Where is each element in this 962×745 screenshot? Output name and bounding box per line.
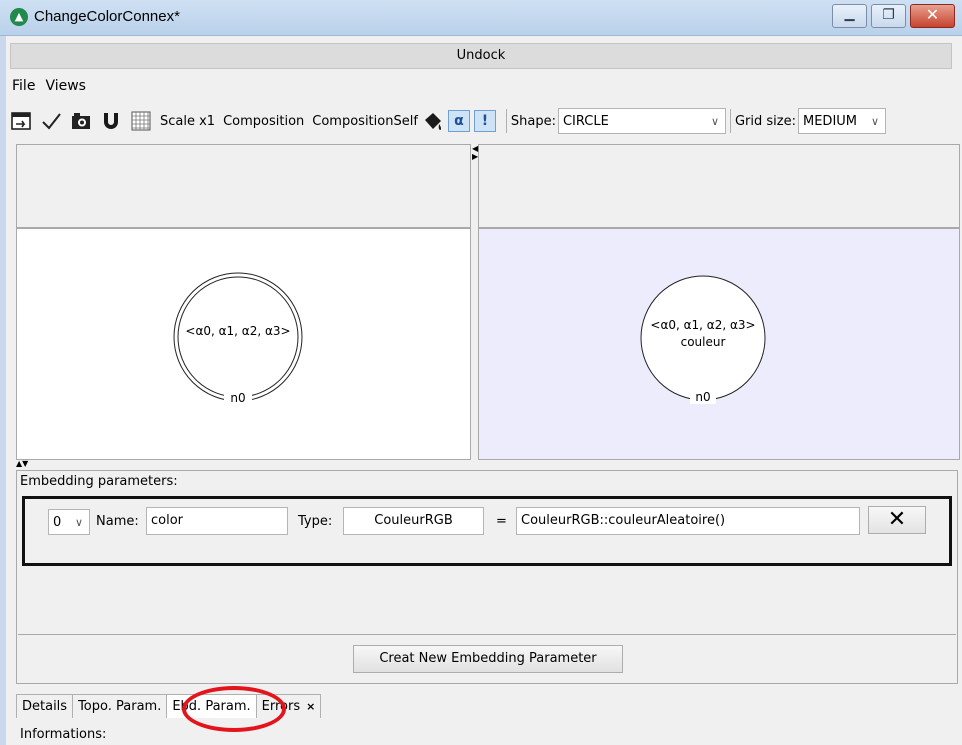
export-icon[interactable]	[10, 110, 32, 132]
grid-size-value: MEDIUM	[803, 113, 858, 129]
tab-label: Details	[22, 699, 68, 714]
splitter-arrows-icon[interactable]: ▲▼	[16, 459, 28, 468]
right-node-embedding: couleur	[681, 335, 726, 349]
chevron-down-icon: ∨	[74, 515, 84, 529]
check-icon[interactable]	[40, 110, 62, 132]
left-panel-header	[16, 144, 471, 228]
paint-bucket-icon[interactable]	[422, 110, 444, 132]
left-node[interactable]: <α0, α1, α2, α3> n0	[173, 272, 303, 405]
tab-label: Topo. Param.	[78, 699, 162, 714]
embedding-type-input[interactable]: CouleurRGB	[343, 507, 484, 535]
warning-toggle[interactable]: !	[473, 110, 496, 132]
right-node[interactable]: <α0, α1, α2, α3> couleur n0	[640, 275, 766, 404]
tab-details[interactable]: Details	[16, 694, 74, 718]
right-panel-header	[478, 144, 960, 228]
chevron-down-icon: ∨	[870, 114, 880, 128]
alpha-toggle[interactable]: α	[447, 110, 470, 132]
toolbar-separator	[505, 109, 507, 133]
toolbar-separator	[729, 109, 731, 133]
splitter-arrows-icon[interactable]: ◀ ▶	[472, 145, 478, 161]
chevron-down-icon: ∨	[710, 114, 720, 128]
shape-select[interactable]: CIRCLE ∨	[557, 108, 726, 134]
type-label: Type:	[298, 514, 333, 529]
window-frame-edge	[0, 36, 6, 745]
embedding-expression-input[interactable]: CouleurRGB::couleurAleatoire()	[516, 507, 860, 535]
magnet-icon[interactable]	[100, 110, 122, 132]
create-embedding-button[interactable]: Creat New Embedding Parameter	[353, 645, 623, 673]
menu-file[interactable]: File	[10, 76, 37, 98]
close-window-button[interactable]: ✕	[910, 4, 955, 28]
grid-size-select[interactable]: MEDIUM ∨	[798, 108, 886, 134]
delete-embedding-button[interactable]: ✕	[868, 506, 926, 534]
window-title: ChangeColorConnex*	[34, 8, 180, 25]
grid-icon[interactable]	[130, 110, 152, 132]
app-icon: ▲	[10, 8, 28, 26]
composition-self-button[interactable]: CompositionSelf	[312, 114, 418, 129]
left-node-name: n0	[230, 391, 245, 405]
right-node-name: n0	[695, 390, 710, 404]
tab-topo-param[interactable]: Topo. Param.	[72, 694, 168, 718]
close-tab-icon[interactable]: ×	[306, 700, 315, 713]
right-node-label: <α0, α1, α2, α3>	[650, 318, 755, 332]
grid-size-label: Grid size:	[734, 113, 796, 129]
equals-label: =	[496, 514, 507, 529]
shape-label: Shape:	[510, 113, 556, 129]
composition-button[interactable]: Composition	[223, 114, 304, 129]
shape-value: CIRCLE	[562, 113, 609, 129]
undock-button[interactable]: Undock	[10, 43, 952, 69]
name-label: Name:	[96, 514, 139, 529]
camera-icon[interactable]	[70, 110, 92, 132]
minimize-button[interactable]: ▁	[832, 4, 867, 28]
divider	[18, 634, 956, 635]
informations-label: Informations:	[20, 727, 107, 742]
menu-views[interactable]: Views	[43, 76, 88, 98]
embedding-index-select[interactable]: 0 ∨	[48, 509, 90, 535]
left-rule-canvas[interactable]: <α0, α1, α2, α3> n0	[16, 228, 471, 460]
right-rule-canvas[interactable]: <α0, α1, α2, α3> couleur n0	[478, 228, 960, 460]
highlight-annotation-circle	[182, 686, 286, 732]
menu-bar: File Views	[10, 76, 88, 98]
embedding-name-input[interactable]: color	[146, 507, 288, 535]
restore-button[interactable]: ❐	[871, 4, 906, 28]
embedding-index-value: 0	[53, 514, 62, 530]
scale-button[interactable]: Scale x1	[160, 114, 215, 129]
left-node-label: <α0, α1, α2, α3>	[185, 324, 290, 338]
toolbar: Scale x1 Composition CompositionSelf α !…	[10, 101, 960, 141]
embedding-section-title: Embedding parameters:	[20, 474, 178, 489]
